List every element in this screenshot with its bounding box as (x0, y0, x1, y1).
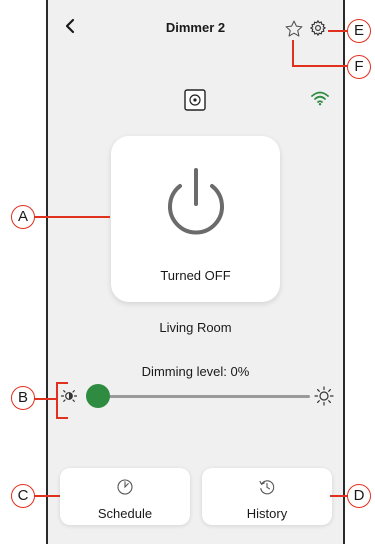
clock-icon (117, 479, 133, 495)
dimming-slider-track[interactable] (98, 395, 310, 398)
dimming-slider-thumb[interactable] (86, 384, 110, 408)
callout-a: A (11, 205, 35, 229)
sun-dim-icon (60, 390, 78, 402)
callout-b-bracket-bottom (56, 417, 68, 419)
callout-f-line-h (292, 65, 348, 67)
callout-d: D (347, 484, 371, 508)
sun-bright-icon (314, 386, 334, 406)
power-icon (168, 168, 224, 235)
callout-a-line (34, 216, 110, 218)
callout-e: E (347, 19, 371, 43)
history-label: History (246, 506, 288, 521)
schedule-label: Schedule (97, 506, 153, 521)
device-module-icon (184, 89, 206, 111)
callout-c: C (11, 484, 35, 508)
callout-f-line-v (292, 40, 294, 66)
device-screen: Dimmer 2 Turned OFF Living Room Dimming … (46, 0, 345, 544)
favorite-star-icon[interactable] (284, 19, 304, 39)
wifi-icon (311, 91, 329, 106)
callout-b-bracket (56, 382, 58, 418)
callout-b-bracket-top (56, 382, 68, 384)
callout-c-line (34, 495, 60, 497)
room-name: Living Room (159, 320, 232, 335)
dimming-level-label: Dimming level: 0% (141, 364, 250, 379)
callout-d-line (330, 495, 348, 497)
callout-e-line (328, 30, 348, 32)
history-button[interactable]: History (202, 468, 332, 525)
gear-icon[interactable] (309, 19, 327, 37)
power-status: Turned OFF (160, 268, 231, 283)
callout-f: F (347, 55, 371, 79)
power-toggle-card[interactable]: Turned OFF (111, 136, 280, 302)
callout-b-line (34, 398, 56, 400)
callout-b: B (11, 386, 35, 410)
schedule-button[interactable]: Schedule (60, 468, 190, 525)
history-icon (259, 480, 275, 495)
